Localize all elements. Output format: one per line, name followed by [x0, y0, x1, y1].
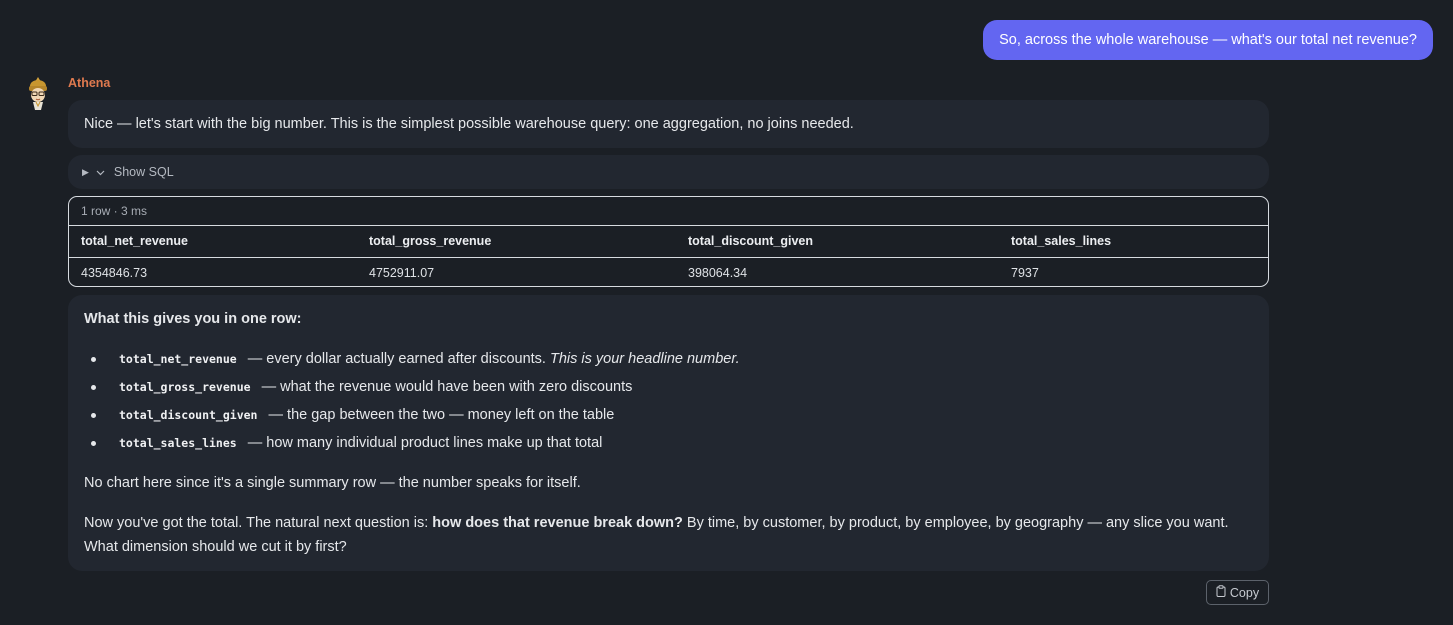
column-header: total_discount_given	[688, 234, 814, 248]
column-explanation-list: total_net_revenue — every dollar actuall…	[84, 347, 740, 459]
item-text: — how many individual product lines make…	[247, 435, 603, 451]
next-question-bold: how does that revenue break down?	[432, 515, 683, 531]
bullet-dot	[91, 385, 96, 390]
table-cell: 4752911.07	[369, 266, 435, 280]
column-header: total_net_revenue	[81, 234, 188, 248]
user-message-text: So, across the whole warehouse — what's …	[999, 32, 1417, 48]
owl-avatar-icon	[26, 76, 50, 114]
copy-button[interactable]: Copy	[1206, 580, 1269, 605]
assistant-name: Athena	[68, 76, 111, 90]
table-cell: 4354846.73	[81, 266, 148, 280]
column-code: total_net_revenue	[119, 352, 237, 366]
column-code: total_sales_lines	[119, 436, 237, 450]
column-code: total_discount_given	[119, 408, 258, 422]
table-cell: 398064.34	[688, 266, 748, 280]
result-meta: 1 row · 3 ms	[69, 197, 1268, 226]
next-question-prefix: Now you've got the total. The natural ne…	[84, 515, 433, 531]
chevron-down-icon	[96, 155, 105, 189]
table-row: 4354846.73 4752911.07 398064.34 7937	[69, 258, 1268, 286]
item-emphasis: This is your headline number.	[549, 351, 740, 367]
next-question-paragraph: Now you've got the total. The natural ne…	[84, 511, 1259, 559]
list-item: total_net_revenue — every dollar actuall…	[84, 347, 740, 375]
show-sql-toggle[interactable]: ▶ Show SQL	[68, 155, 1269, 189]
bullet-dot	[91, 357, 96, 362]
summary-paragraph: No chart here since it's a single summar…	[84, 475, 581, 491]
item-text: — the gap between the two — money left o…	[268, 407, 615, 423]
bullet-dot	[91, 413, 96, 418]
show-sql-label: Show SQL	[113, 165, 174, 179]
column-code: total_gross_revenue	[119, 380, 251, 394]
list-item: total_discount_given — the gap between t…	[84, 403, 740, 431]
clipboard-icon	[1216, 585, 1226, 600]
column-header: total_gross_revenue	[369, 234, 492, 248]
bullet-dot	[91, 441, 96, 446]
user-message-bubble: So, across the whole warehouse — what's …	[983, 20, 1433, 60]
query-result-table: 1 row · 3 ms total_net_revenue total_gro…	[68, 196, 1269, 287]
column-header: total_sales_lines	[1011, 234, 1112, 248]
list-item: total_gross_revenue — what the revenue w…	[84, 375, 740, 403]
assistant-intro-message: Nice — let's start with the big number. …	[68, 100, 1269, 148]
assistant-explanation: What this gives you in one row: total_ne…	[68, 295, 1269, 571]
item-text: — every dollar actually earned after dis…	[247, 351, 550, 367]
triangle-right-icon: ▶	[82, 167, 89, 177]
table-header-row: total_net_revenue total_gross_revenue to…	[69, 226, 1268, 258]
copy-label: Copy	[1229, 585, 1260, 600]
intro-text: Nice — let's start with the big number. …	[84, 116, 854, 132]
table-cell: 7937	[1011, 266, 1039, 280]
explanation-heading: What this gives you in one row:	[84, 311, 302, 327]
list-item: total_sales_lines — how many individual …	[84, 431, 740, 459]
item-text: — what the revenue would have been with …	[261, 379, 633, 395]
